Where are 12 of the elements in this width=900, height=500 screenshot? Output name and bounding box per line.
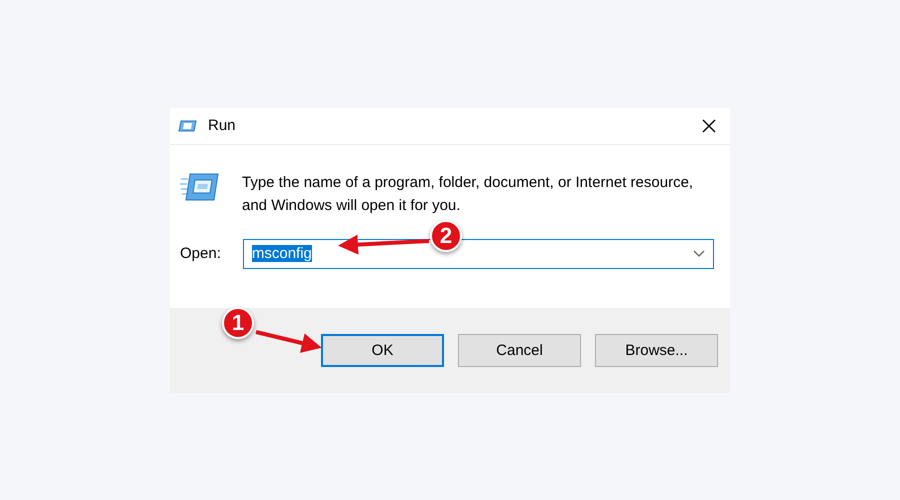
run-icon [178,118,198,132]
dialog-button[interactable]: OK [321,334,444,366]
description-text: Type the name of a program, folder, document, or Internet resource, and Windows will open it for you. [242,172,694,216]
open-label: Open: [180,245,221,262]
dialog-button[interactable]: Cancel [458,334,581,366]
dialog-button[interactable]: Browse... [595,334,718,366]
window-title: Run [208,117,237,134]
close-icon[interactable] [702,118,716,132]
pointer-arrow [256,330,322,352]
run-icon [180,170,220,202]
step-badge: 2 [430,220,462,252]
chevron-down-icon[interactable] [693,250,705,258]
